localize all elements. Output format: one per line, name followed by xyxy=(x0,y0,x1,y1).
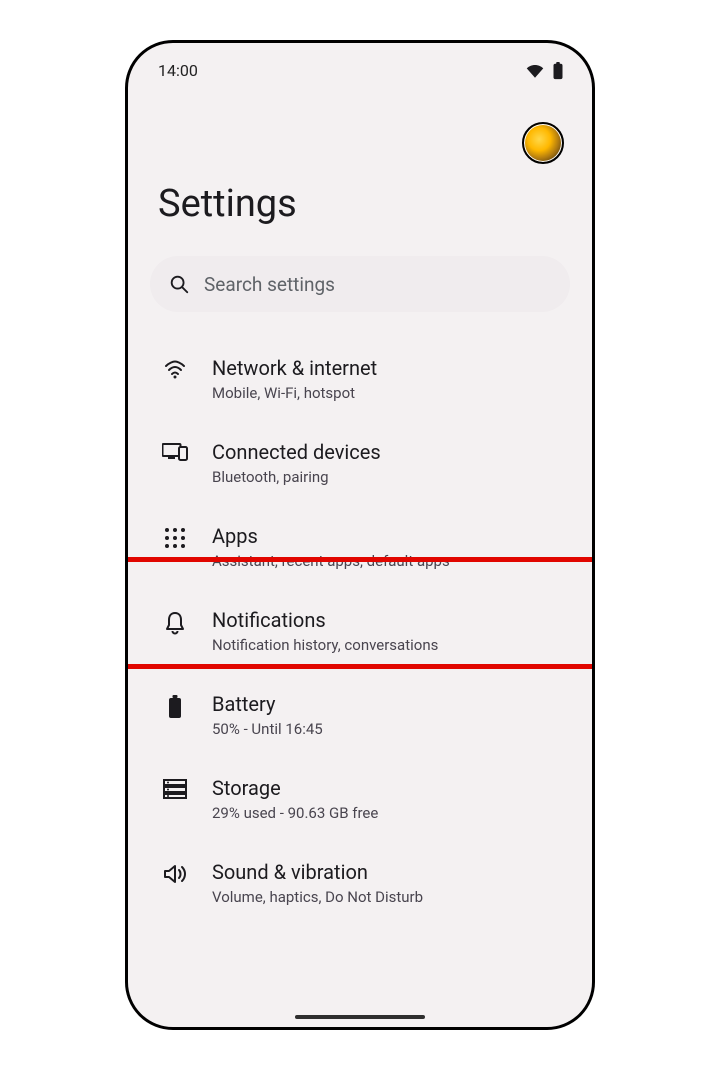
storage-icon xyxy=(160,776,190,799)
item-sub: 50% - Until 16:45 xyxy=(212,720,566,738)
item-title: Apps xyxy=(212,524,566,548)
avatar[interactable] xyxy=(522,122,564,164)
wifi-icon xyxy=(526,64,544,78)
volume-icon xyxy=(160,860,190,885)
item-sub: Notification history, conversations xyxy=(212,636,566,654)
status-time: 14:00 xyxy=(158,61,198,80)
item-sound[interactable]: Sound & vibration Volume, haptics, Do No… xyxy=(128,842,592,926)
wifi-icon xyxy=(160,356,190,379)
item-sub: Mobile, Wi-Fi, hotspot xyxy=(212,384,566,402)
item-title: Notifications xyxy=(212,608,566,632)
search-settings[interactable]: Search settings xyxy=(150,256,570,312)
item-apps[interactable]: Apps Assistant, recent apps, default app… xyxy=(128,506,592,590)
search-icon xyxy=(168,273,190,295)
item-title: Connected devices xyxy=(212,440,566,464)
apps-icon xyxy=(160,524,190,549)
item-sub: Volume, haptics, Do Not Disturb xyxy=(212,888,566,906)
navigation-handle[interactable] xyxy=(295,1015,425,1019)
item-title: Network & internet xyxy=(212,356,566,380)
page-title: Settings xyxy=(128,164,592,256)
item-network[interactable]: Network & internet Mobile, Wi-Fi, hotspo… xyxy=(128,338,592,422)
item-battery[interactable]: Battery 50% - Until 16:45 xyxy=(128,674,592,758)
battery-icon xyxy=(552,62,564,80)
search-placeholder: Search settings xyxy=(204,273,335,296)
phone-frame: 14:00 Settings Search settings xyxy=(125,40,595,1030)
item-notifications[interactable]: Notifications Notification history, conv… xyxy=(128,590,592,674)
status-bar: 14:00 xyxy=(128,43,592,80)
item-storage[interactable]: Storage 29% used - 90.63 GB free xyxy=(128,758,592,842)
item-title: Sound & vibration xyxy=(212,860,566,884)
battery-icon xyxy=(160,692,190,719)
item-connected-devices[interactable]: Connected devices Bluetooth, pairing xyxy=(128,422,592,506)
item-title: Storage xyxy=(212,776,566,800)
item-sub: 29% used - 90.63 GB free xyxy=(212,804,566,822)
devices-icon xyxy=(160,440,190,461)
settings-list: Network & internet Mobile, Wi-Fi, hotspo… xyxy=(128,338,592,926)
bell-icon xyxy=(160,608,190,635)
item-sub: Bluetooth, pairing xyxy=(212,468,566,486)
item-sub: Assistant, recent apps, default apps xyxy=(212,552,566,570)
item-title: Battery xyxy=(212,692,566,716)
header-row xyxy=(128,80,592,164)
status-icons xyxy=(526,62,564,80)
